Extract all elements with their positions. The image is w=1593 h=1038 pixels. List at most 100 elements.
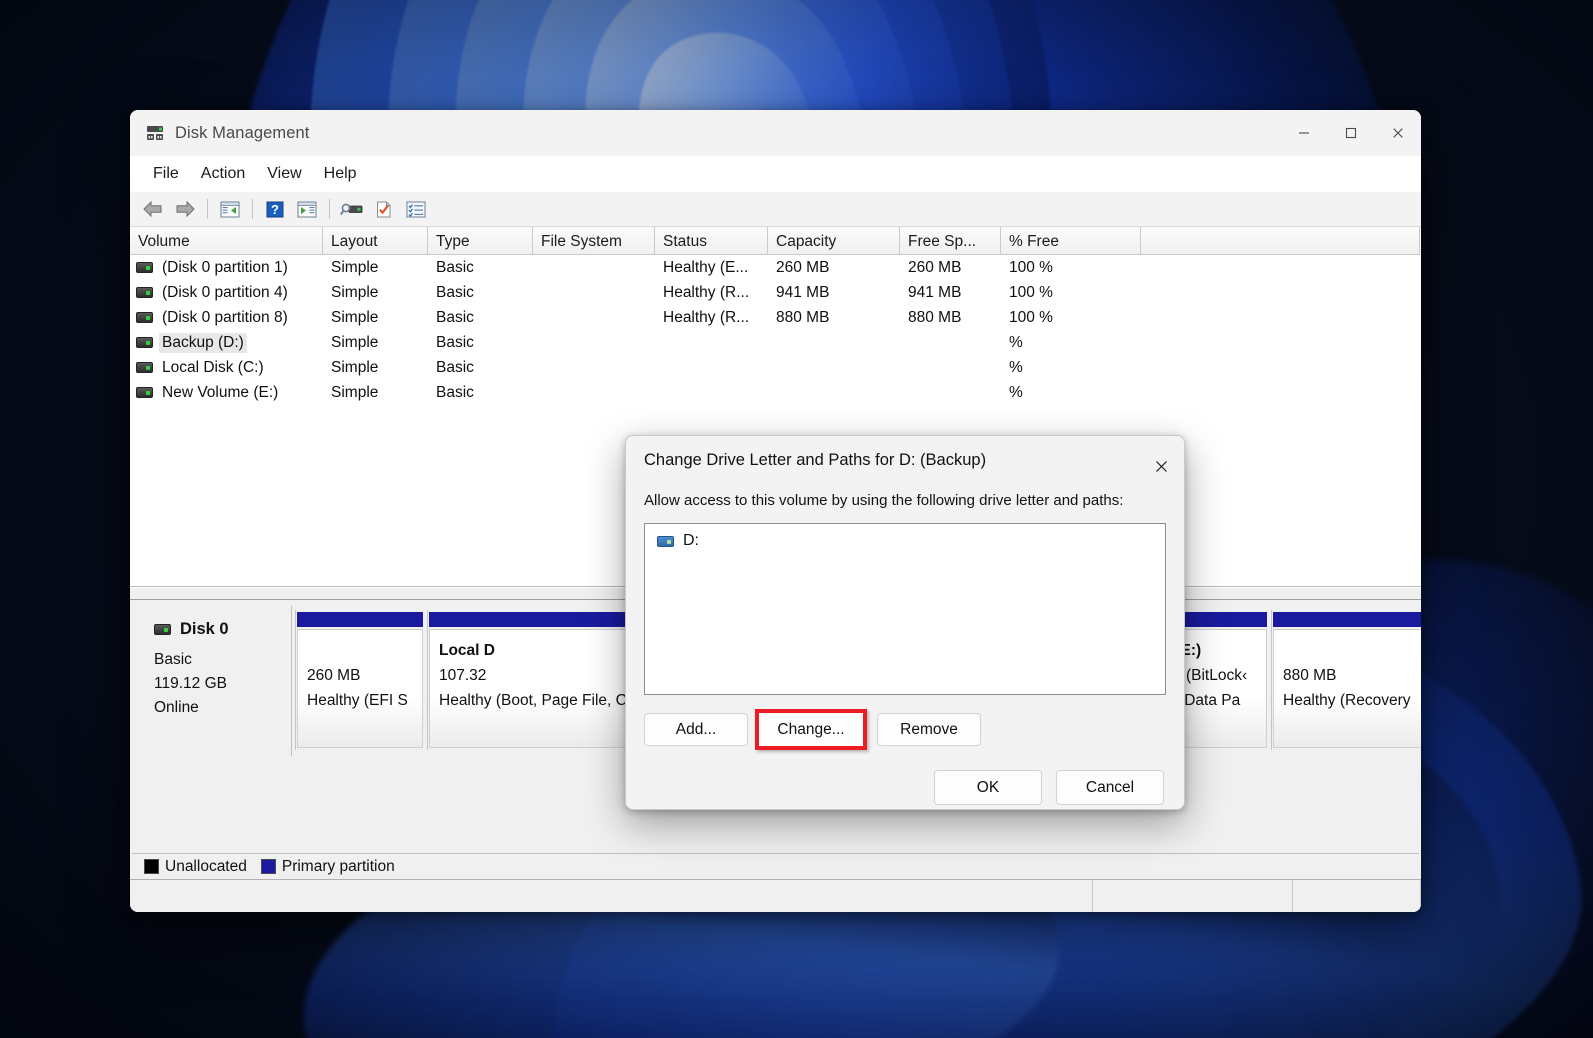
disk-capacity: 119.12 GB	[154, 675, 227, 692]
menu-item-file[interactable]: File	[142, 161, 190, 187]
cell-status: Healthy (R...	[663, 308, 750, 326]
window-title: Disk Management	[175, 123, 310, 142]
cell-filesystem	[533, 280, 655, 305]
column-header-file-system[interactable]: File System	[533, 227, 655, 255]
ok-button[interactable]: OK	[934, 770, 1042, 805]
cell-filesystem	[533, 380, 655, 405]
forward-arrow-icon[interactable]	[170, 195, 200, 223]
change-drive-letter-dialog: Change Drive Letter and Paths for D: (Ba…	[625, 435, 1185, 810]
show-hide-action-pane-icon[interactable]	[292, 195, 322, 223]
table-row[interactable]: New Volume (E:) Simple Basic%	[130, 380, 1421, 405]
cell-status	[655, 330, 768, 355]
cell-type: Basic	[436, 308, 474, 326]
dialog-title-row: Change Drive Letter and Paths for D: (Ba…	[626, 436, 1184, 480]
volume-name-cell: (Disk 0 partition 4)	[130, 280, 323, 305]
maximize-button[interactable]	[1327, 110, 1374, 156]
legend-label: Unallocated	[165, 857, 247, 875]
cell-status	[655, 355, 768, 380]
window-controls	[1280, 110, 1421, 156]
partition-title	[1283, 638, 1421, 663]
cell-free-space	[900, 330, 1001, 355]
table-row[interactable]: Backup (D:) Simple Basic%	[130, 330, 1421, 355]
change-button[interactable]: Change...	[759, 713, 863, 746]
disk-heading: Disk 0	[154, 620, 291, 639]
partition-status: Healthy (Recovery	[1283, 692, 1411, 709]
dialog-title: Change Drive Letter and Paths for D: (Ba…	[644, 451, 987, 469]
table-row[interactable]: Local Disk (C:) Simple Basic%	[130, 355, 1421, 380]
cell-free-space	[900, 355, 1001, 380]
remove-button[interactable]: Remove	[877, 713, 981, 746]
show-hide-console-tree-icon[interactable]	[215, 195, 245, 223]
partition-type-bar	[297, 612, 423, 627]
drive-icon	[136, 287, 153, 298]
volume-label: New Volume (E:)	[162, 383, 279, 401]
column-header-capacity[interactable]: Capacity	[768, 227, 900, 255]
cell-layout: Simple	[331, 258, 379, 276]
list-view-icon[interactable]	[401, 195, 431, 223]
cancel-button[interactable]: Cancel	[1056, 770, 1164, 805]
partition-block[interactable]: 880 MB Healthy (Recovery	[1271, 610, 1421, 750]
toolbar-separator	[329, 199, 330, 219]
cell-blank	[1141, 305, 1420, 330]
status-pane-3	[1293, 880, 1421, 912]
cell-status	[655, 380, 768, 405]
table-row[interactable]: (Disk 0 partition 1) Simple Basic Healthy (…	[130, 255, 1421, 280]
cell-layout: Simple	[331, 383, 379, 401]
column-header-blank[interactable]	[1141, 227, 1420, 255]
help-icon[interactable]: ?	[260, 195, 290, 223]
drive-icon	[136, 362, 153, 373]
disk-type: Basic	[154, 651, 192, 668]
drive-paths-list[interactable]: D:	[644, 523, 1166, 695]
partition-status: Healthy (EFI S	[307, 692, 408, 709]
legend-label: Primary partition	[281, 857, 395, 875]
column-header-status[interactable]: Status	[655, 227, 768, 255]
column-header-free-sp[interactable]: Free Sp...	[900, 227, 1001, 255]
toolbar-separator	[252, 199, 253, 219]
back-arrow-icon[interactable]	[138, 195, 168, 223]
dialog-description: Allow access to this volume by using the…	[644, 492, 1124, 509]
cell-capacity: 880 MB	[776, 308, 830, 326]
cell-layout: Simple	[331, 358, 379, 376]
table-row[interactable]: (Disk 0 partition 4) Simple Basic Healthy (…	[130, 280, 1421, 305]
status-bar	[130, 879, 1421, 912]
legend-swatch	[260, 859, 276, 874]
menu-item-help[interactable]: Help	[313, 161, 368, 187]
partition-type-bar	[1273, 612, 1421, 627]
column-header-layout[interactable]: Layout	[323, 227, 428, 255]
column-header-volume[interactable]: Volume	[130, 227, 323, 255]
close-icon[interactable]	[1138, 448, 1184, 484]
menu-item-action[interactable]: Action	[190, 161, 256, 187]
cell-status: Healthy (E...	[663, 258, 749, 276]
menu-bar: File Action View Help	[130, 156, 1421, 192]
partition-block[interactable]: 260 MB Healthy (EFI S	[295, 610, 424, 750]
column-header-type[interactable]: Type	[428, 227, 533, 255]
cell-type: Basic	[436, 283, 474, 301]
properties-icon[interactable]	[369, 195, 399, 223]
status-pane-1	[130, 880, 1093, 912]
table-row[interactable]: (Disk 0 partition 8) Simple Basic Healthy (…	[130, 305, 1421, 330]
disk-management-icon	[145, 123, 165, 143]
volume-label: (Disk 0 partition 1)	[162, 258, 288, 276]
column-header-free[interactable]: % Free	[1001, 227, 1141, 255]
close-button[interactable]	[1374, 110, 1421, 156]
add-button[interactable]: Add...	[644, 713, 748, 746]
partition-size: 880 MB	[1283, 667, 1337, 684]
disk-icon	[154, 624, 171, 635]
rescan-disks-icon[interactable]	[337, 195, 367, 223]
legend: Unallocated Primary partition	[132, 853, 1419, 879]
volume-list-header: Volume Layout Type File System Status Capacit…	[130, 227, 1421, 255]
cell-layout: Simple	[331, 308, 379, 326]
disk-management-window: Disk Management File Action View Help ? …	[130, 110, 1421, 912]
list-item[interactable]: D:	[657, 532, 1165, 550]
cell-free-space	[900, 380, 1001, 405]
change-button-highlight: Change...	[755, 709, 867, 750]
cell-status: Healthy (R...	[663, 283, 750, 301]
status-pane-2	[1093, 880, 1293, 912]
cell-filesystem	[533, 305, 655, 330]
menu-item-view[interactable]: View	[256, 161, 312, 187]
cell-blank	[1141, 330, 1420, 355]
cell-blank	[1141, 380, 1420, 405]
disk-info-panel[interactable]: Disk 0 Basic 119.12 GB Online	[132, 606, 292, 756]
legend-item: Unallocated	[144, 858, 247, 876]
minimize-button[interactable]	[1280, 110, 1327, 156]
